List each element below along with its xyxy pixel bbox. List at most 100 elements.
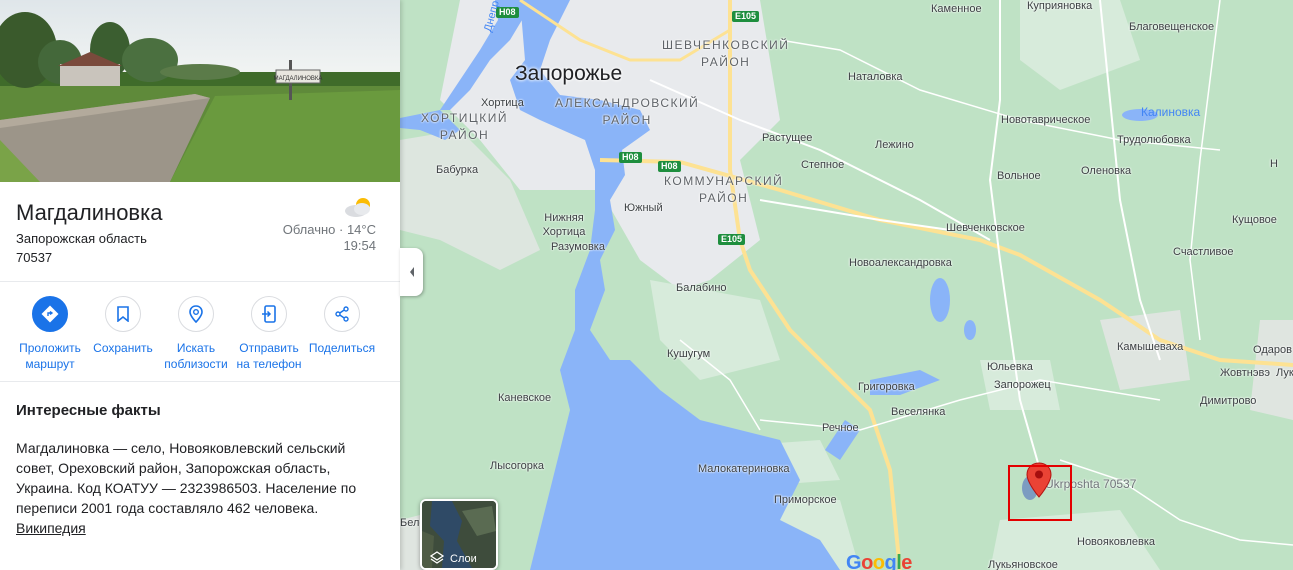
- place-label[interactable]: Юльевка: [987, 361, 1033, 373]
- place-label[interactable]: Новояковлевка: [1077, 536, 1155, 548]
- place-label[interactable]: Счастливое: [1173, 246, 1233, 258]
- action-bar: Проложить маршрут Сохранить Искать побли…: [0, 282, 400, 382]
- highway-shield: E105: [732, 11, 760, 22]
- place-label[interactable]: Благовещенское: [1129, 21, 1214, 33]
- directions-button[interactable]: Проложить маршрут: [12, 296, 88, 372]
- google-logo-letter: o: [861, 552, 873, 570]
- place-label[interactable]: Кушугум: [667, 348, 710, 360]
- directions-label: Проложить маршрут: [19, 341, 81, 371]
- place-label[interactable]: Лукьяновское: [988, 559, 1058, 570]
- facts-section: Интересные факты Магдалиновка — село, Но…: [0, 382, 400, 570]
- place-label[interactable]: Нижняя Хортица: [541, 211, 587, 239]
- place-label[interactable]: Лук: [1276, 367, 1293, 379]
- place-label[interactable]: Куприяновка: [1027, 0, 1092, 12]
- place-label[interactable]: Жовтнэвэ: [1220, 367, 1270, 379]
- place-label[interactable]: Речное: [822, 422, 859, 434]
- district-line: ШЕВЧЕНКОВСКИЙ: [662, 38, 790, 52]
- place-label[interactable]: Камышеваха: [1117, 341, 1183, 353]
- place-label[interactable]: Лежино: [875, 139, 914, 151]
- place-label[interactable]: Балабино: [676, 282, 727, 294]
- place-label[interactable]: Новотаврическое: [1001, 114, 1090, 126]
- send-to-phone-icon: [251, 296, 287, 332]
- share-icon: [324, 296, 360, 332]
- district-label: ХОРТИЦКИЙ РАЙОН: [421, 110, 508, 144]
- wikipedia-link[interactable]: Википедия: [16, 520, 86, 536]
- place-panel: МАГДАЛИНОВКА Магдалиновка Запорожская об…: [0, 0, 400, 570]
- place-label[interactable]: Степное: [801, 159, 844, 171]
- weather-time: 19:54: [343, 238, 376, 253]
- place-label[interactable]: Малокатериновка: [698, 463, 790, 475]
- google-logo-letter: g: [884, 552, 897, 570]
- district-line: РАЙОН: [698, 191, 749, 205]
- save-button[interactable]: Сохранить: [85, 296, 161, 356]
- search-nearby-button[interactable]: Искать поблизости: [158, 296, 234, 372]
- layers-button[interactable]: Слои: [420, 499, 498, 570]
- place-label[interactable]: Н: [1270, 158, 1278, 170]
- map-canvas[interactable]: H08 E105 H08 H08 E105 Запорожье ШЕВЧЕНКО…: [400, 0, 1293, 570]
- district-label: КОММУНАРСКИЙ РАЙОН: [664, 173, 783, 207]
- nearby-icon: [178, 296, 214, 332]
- place-label[interactable]: Запорожец: [994, 379, 1051, 391]
- weather-condition: Облачно · 14°C: [282, 222, 376, 237]
- district-label: ШЕВЧЕНКОВСКИЙ РАЙОН: [662, 37, 789, 71]
- google-logo-letter: e: [901, 552, 912, 570]
- layers-label: Слои: [450, 553, 477, 565]
- highway-shield: H08: [658, 161, 681, 172]
- place-label[interactable]: Наталовка: [848, 71, 903, 83]
- place-label[interactable]: Разумовка: [551, 241, 605, 253]
- water-label: Калиновка: [1141, 105, 1201, 119]
- place-label[interactable]: Оленовка: [1081, 165, 1131, 177]
- place-label[interactable]: Одаров: [1253, 344, 1292, 356]
- place-label[interactable]: Кущовое: [1232, 214, 1277, 226]
- place-label[interactable]: Лысогорка: [490, 460, 544, 472]
- send-to-phone-button[interactable]: Отправить на телефон: [231, 296, 307, 372]
- district-line: РАЙОН: [602, 113, 652, 127]
- google-logo: Google: [846, 552, 912, 570]
- layers-icon: [430, 551, 444, 564]
- facts-title: Интересные факты: [16, 402, 161, 419]
- highlight-box: [1008, 465, 1072, 521]
- district-line: РАЙОН: [701, 55, 751, 69]
- highway-shield: E105: [718, 234, 746, 245]
- place-label[interactable]: Григоровка: [858, 381, 915, 393]
- send-to-phone-label: Отправить на телефон: [236, 341, 302, 371]
- collapse-panel-button[interactable]: [400, 248, 423, 296]
- district-line: АЛЕКСАНДРОВСКИЙ: [555, 96, 700, 110]
- district-line: КОММУНАРСКИЙ: [664, 174, 784, 188]
- sign-text: МАГДАЛИНОВКА: [274, 76, 323, 82]
- highway-shield: H08: [619, 152, 642, 163]
- place-label[interactable]: Шевченковское: [946, 222, 1025, 234]
- place-label[interactable]: Каменное: [931, 3, 982, 15]
- place-label[interactable]: Новоалександровка: [849, 257, 952, 269]
- place-label[interactable]: Приморское: [774, 494, 837, 506]
- place-label[interactable]: Трудолюбовка: [1117, 134, 1191, 146]
- district-label: АЛЕКСАНДРОВСКИЙ РАЙОН: [555, 95, 699, 129]
- facts-body: Магдалиновка — село, Новояковлевский сел…: [16, 438, 366, 538]
- district-line: РАЙОН: [439, 128, 490, 142]
- place-label[interactable]: Растущее: [762, 132, 812, 144]
- place-zip: 70537: [16, 250, 53, 265]
- place-label[interactable]: Вольное: [997, 170, 1041, 182]
- google-logo-letter: o: [872, 552, 885, 570]
- city-label[interactable]: Запорожье: [515, 62, 622, 86]
- place-photo[interactable]: МАГДАЛИНОВКА: [0, 0, 400, 182]
- partly-cloudy-icon: [345, 198, 370, 217]
- directions-icon: [32, 296, 68, 332]
- nearby-label: Искать поблизости: [164, 341, 228, 371]
- save-label: Сохранить: [93, 341, 153, 355]
- bookmark-icon: [105, 296, 141, 332]
- place-label[interactable]: Хортица: [481, 97, 524, 109]
- google-logo-letter: G: [846, 552, 862, 570]
- place-label[interactable]: Веселянка: [891, 406, 945, 418]
- place-header: Магдалиновка Запорожская область 70537 О…: [0, 182, 400, 282]
- place-label[interactable]: Каневское: [498, 392, 551, 404]
- share-label: Поделиться: [308, 341, 376, 355]
- place-label[interactable]: Южный: [624, 202, 663, 214]
- chevron-left-icon: [409, 267, 414, 277]
- facts-text: Магдалиновка — село, Новояковлевский сел…: [16, 440, 357, 516]
- place-label[interactable]: Бабурка: [436, 164, 478, 176]
- place-title: Магдалиновка: [16, 200, 163, 225]
- place-label[interactable]: Димитрово: [1200, 395, 1256, 407]
- share-button[interactable]: Поделиться: [304, 296, 380, 356]
- place-region: Запорожская область: [16, 231, 147, 246]
